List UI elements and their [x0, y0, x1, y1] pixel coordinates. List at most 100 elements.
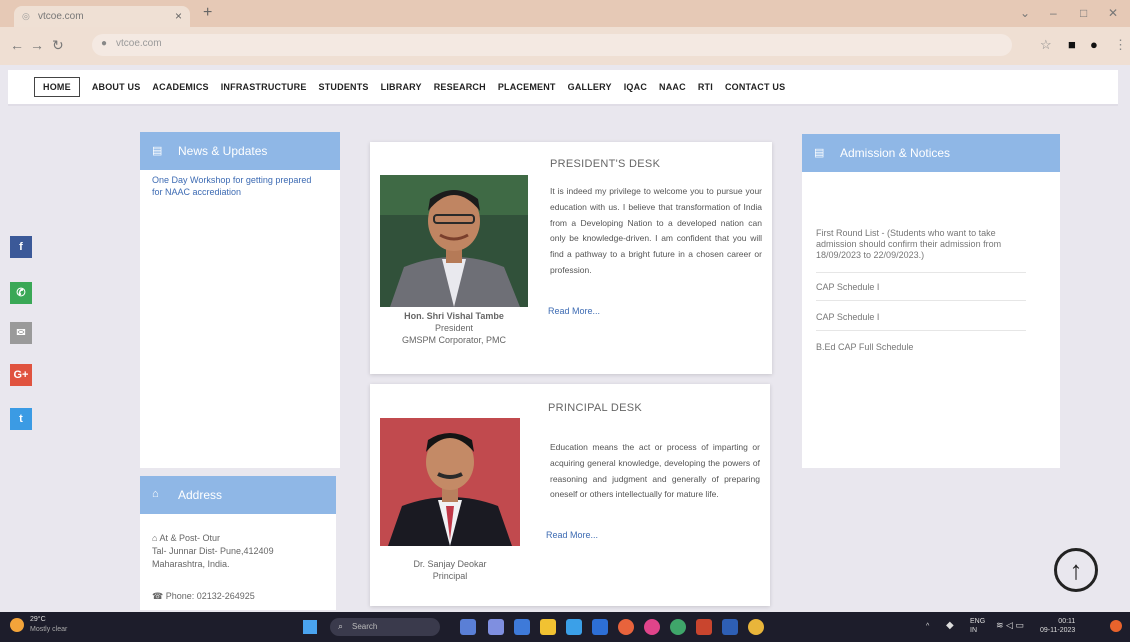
lock-icon: ● — [101, 38, 108, 49]
president-role: President — [434, 323, 474, 333]
news-item[interactable]: One Day Workshop for getting prepared fo… — [152, 174, 322, 198]
app-icon[interactable] — [618, 619, 634, 635]
nav-item-naac[interactable]: NAAC — [659, 82, 686, 92]
principal-photo — [380, 418, 520, 546]
sidebar-icon[interactable]: ■ — [1068, 37, 1076, 52]
weather-icon — [10, 618, 24, 632]
app-icon[interactable] — [644, 619, 660, 635]
nav-item-iqac[interactable]: IQAC — [624, 82, 647, 92]
notification-icon[interactable] — [1110, 620, 1122, 632]
president-read-more-link[interactable]: Read More... — [548, 306, 600, 316]
menu-kebab-icon[interactable]: ⋮ — [1114, 37, 1127, 53]
maximize-icon[interactable]: □ — [1080, 6, 1087, 20]
site-navigation: HOME ABOUT US ACADEMICS INFRASTRUCTURE STUDE… — [8, 70, 1118, 106]
tab-title: vtcoe.com — [38, 11, 84, 22]
nav-item-home[interactable]: HOME — [34, 77, 80, 97]
notice-item[interactable]: B.Ed CAP Full Schedule — [816, 342, 1036, 353]
president-photo — [380, 175, 528, 307]
star-icon[interactable]: ☆ — [1040, 37, 1052, 53]
clock-date: 09-11-2023 — [1040, 627, 1076, 634]
taskbar-search[interactable]: ⌕ Search — [330, 618, 440, 636]
notice-item[interactable]: CAP Schedule I — [816, 282, 1036, 293]
phone-icon: ☎ — [152, 591, 166, 601]
url-field[interactable]: ● vtcoe.com — [92, 34, 1012, 56]
nav-item-rti[interactable]: RTI — [698, 82, 713, 92]
globe-icon: ◎ — [22, 11, 30, 21]
app-icon[interactable] — [696, 619, 712, 635]
principal-heading: PRINCIPAL DESK — [548, 402, 643, 414]
back-icon[interactable]: ← — [10, 37, 24, 53]
address-header: ⌂ Address — [140, 476, 336, 514]
president-heading: PRESIDENT'S DESK — [550, 158, 661, 170]
divider — [816, 272, 1026, 273]
nav-item-gallery[interactable]: GALLERY — [568, 82, 612, 92]
region-text: IN — [970, 627, 977, 634]
facebook-icon[interactable]: f — [10, 236, 32, 258]
edge-icon[interactable] — [514, 619, 530, 635]
nav-item-about-us[interactable]: ABOUT US — [92, 82, 141, 92]
tray-app-icon[interactable]: ◆ — [946, 621, 954, 631]
close-window-icon[interactable]: ✕ — [1108, 6, 1118, 20]
windows-taskbar: 29°C Mostly clear ⌕ Search ^ ◆ ENG IN ≋ ◁… — [0, 612, 1130, 642]
notices-header: ▤ Admission & Notices — [802, 134, 1060, 172]
word-icon[interactable] — [722, 619, 738, 635]
principal-caption: Dr. Sanjay Deokar Principal — [380, 558, 520, 582]
news-title: News & Updates — [178, 144, 268, 158]
url-text: vtcoe.com — [116, 38, 162, 49]
nav-item-research[interactable]: RESEARCH — [434, 82, 486, 92]
google-plus-icon[interactable]: G+ — [10, 364, 32, 386]
notice-item[interactable]: CAP Schedule I — [816, 312, 1036, 323]
mail-icon[interactable] — [592, 619, 608, 635]
principal-desk-card: Dr. Sanjay Deokar Principal PRINCIPAL DE… — [370, 384, 770, 606]
scroll-to-top-button[interactable]: ↑ — [1054, 548, 1098, 592]
language-indicator[interactable]: ENG IN — [970, 617, 985, 635]
notices-title: Admission & Notices — [840, 146, 951, 160]
divider — [816, 330, 1026, 331]
chat-icon[interactable] — [488, 619, 504, 635]
windows-start-icon[interactable] — [303, 620, 317, 634]
chevron-down-icon[interactable]: ⌄ — [1020, 6, 1030, 20]
browser-tab-bar: ◎ vtcoe.com × + ⌄ – □ ✕ — [0, 0, 1130, 27]
reload-icon[interactable]: ↻ — [52, 37, 64, 54]
whatsapp-icon[interactable]: ✆ — [10, 282, 32, 304]
principal-name: Dr. Sanjay Deokar — [413, 559, 487, 569]
new-tab-button[interactable]: + — [203, 4, 212, 22]
address-title: Address — [178, 488, 223, 502]
nav-item-infrastructure[interactable]: INFRASTRUCTURE — [221, 82, 307, 92]
weather-temp: 29°C — [30, 616, 46, 623]
clock-time: 00:11 — [1058, 618, 1076, 625]
wifi-icon[interactable]: ≋ ◁ ▭ — [996, 621, 1024, 630]
file-explorer-icon[interactable] — [540, 619, 556, 635]
weather-widget[interactable]: 29°C Mostly clear — [10, 616, 100, 638]
newspaper-icon: ▤ — [152, 145, 163, 157]
clock[interactable]: 00:11 09-11-2023 — [1040, 617, 1075, 635]
minimize-icon[interactable]: – — [1050, 6, 1057, 20]
twitter-icon[interactable]: t — [10, 408, 32, 430]
task-view-icon[interactable] — [460, 619, 476, 635]
nav-item-contact-us[interactable]: CONTACT US — [725, 82, 785, 92]
nav-item-academics[interactable]: ACADEMICS — [152, 82, 208, 92]
president-text: It is indeed my privilege to welcome you… — [550, 186, 762, 275]
nav-item-placement[interactable]: PLACEMENT — [498, 82, 556, 92]
principal-read-more-link[interactable]: Read More... — [546, 530, 598, 540]
divider — [816, 300, 1026, 301]
home-icon: ⌂ — [152, 488, 159, 500]
notice-item[interactable]: First Round List - (Students who want to… — [816, 228, 1036, 261]
president-org: GMSPM Corporator, PMC — [401, 335, 507, 345]
chrome-icon[interactable] — [748, 619, 764, 635]
forward-icon[interactable]: → — [30, 37, 44, 53]
president-caption: Hon. Shri Vishal Tambe President GMSPM C… — [380, 310, 528, 346]
address-line3: Maharashtra, India. — [152, 559, 230, 569]
close-tab-icon[interactable]: × — [175, 9, 182, 23]
principal-text: Education means the act or process of im… — [550, 442, 760, 500]
browser-tab[interactable]: ◎ vtcoe.com × — [14, 6, 190, 27]
nav-item-library[interactable]: LIBRARY — [381, 82, 422, 92]
newspaper-icon: ▤ — [814, 147, 825, 159]
app-icon[interactable] — [670, 619, 686, 635]
tray-chevron-icon[interactable]: ^ — [926, 622, 929, 631]
store-icon[interactable] — [566, 619, 582, 635]
address-panel: ⌂ Address ⌂ At & Post- Otur Tal- Junnar … — [140, 476, 336, 610]
profile-avatar[interactable]: ● — [1090, 37, 1098, 52]
email-icon[interactable]: ✉ — [10, 322, 32, 344]
nav-item-students[interactable]: STUDENTS — [319, 82, 369, 92]
